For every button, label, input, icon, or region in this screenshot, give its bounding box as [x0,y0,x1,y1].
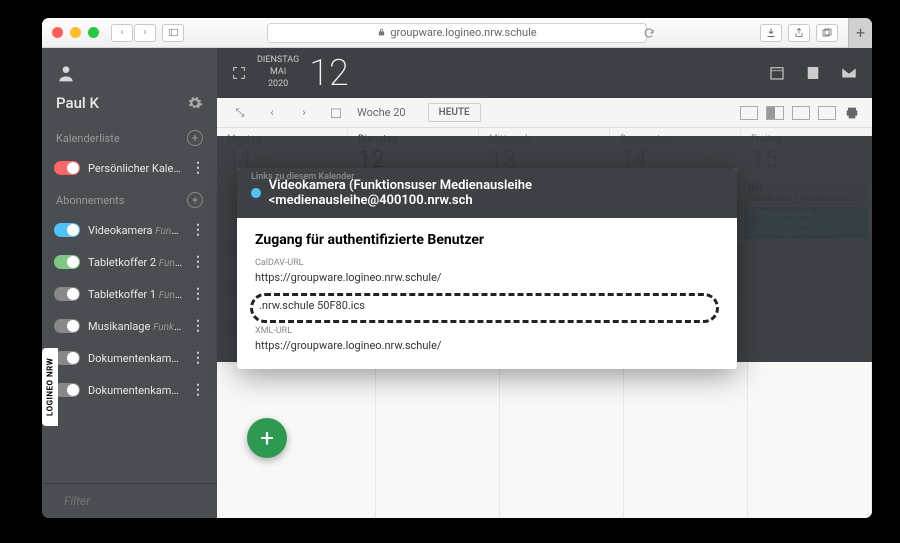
view-month-button[interactable] [818,106,836,120]
add-calendar-button[interactable]: + [187,130,203,146]
minimize-window-button[interactable] [70,27,81,38]
show-sidebar-button[interactable] [162,24,184,42]
filter-input[interactable] [64,494,220,508]
sidebar-filter[interactable] [42,483,217,518]
more-icon[interactable]: ⋮ [191,160,205,176]
today-button[interactable]: HEUTE [428,103,481,122]
url-bar[interactable]: groupware.logineo.nrw.schule [267,23,647,43]
share-button[interactable] [788,24,810,42]
add-event-fab[interactable]: + [247,418,287,458]
current-day-number: 12 [309,52,349,94]
print-icon[interactable] [844,105,860,121]
contacts-icon[interactable] [804,64,822,82]
browser-titlebar: ‹ › groupware.logineo.nrw.schule + [42,18,872,48]
add-subscription-button[interactable]: + [187,192,203,208]
calendar-color-dot [251,188,261,198]
lock-icon [377,28,386,37]
forward-button[interactable]: › [134,24,156,42]
url-text: groupware.logineo.nrw.schule [390,26,536,39]
sidebar-item-personal[interactable]: Persönlicher Kalender ⋮ [42,152,217,184]
sidebar-item-dokkamera1[interactable]: Dokumentenkamera 1 F…⋮ [42,374,217,406]
collapse-icon[interactable]: ⤡ [229,102,251,124]
pick-date-icon[interactable] [325,102,347,124]
close-window-button[interactable] [52,27,63,38]
view-day-button[interactable] [740,106,758,120]
logineo-tab[interactable]: LOGINEO NRW [42,348,58,426]
view-week-button[interactable] [792,106,810,120]
week-label: Woche 20 [357,106,406,119]
topbar: DIENSTAGMAI2020 12 [217,48,872,98]
nav-row: ⤡ ‹ › Woche 20 HEUTE [217,98,872,128]
new-tab-button[interactable]: + [848,18,872,48]
xml-label: XML-URL [255,326,719,336]
tabs-button[interactable] [816,24,838,42]
sidebar-item-musikanlage[interactable]: Musikanlage Funktions…⋮ [42,310,217,342]
prev-week-button[interactable]: ‹ [261,102,283,124]
sidebar-item-videokamera[interactable]: Videokamera Funktion…⋮ [42,214,217,246]
links-modal: Links zu diesem Kalender Videokamera (Fu… [237,168,737,369]
caldav-url[interactable]: https://groupware.logineo.nrw.schule/ [255,268,719,287]
view-ww-button[interactable] [766,106,784,120]
xml-url[interactable]: https://groupware.logineo.nrw.schule/ [255,336,719,355]
highlight-annotation [250,293,719,323]
reload-icon[interactable] [643,27,655,39]
sidebar: Paul K Kalenderliste+ Persönlicher Kalen… [42,48,217,518]
user-name: Paul K [56,94,99,112]
mail-icon[interactable] [840,64,858,82]
modal-heading: Zugang für authentifizierte Benutzer [255,232,719,248]
sidebar-item-tabletkoffer2[interactable]: Tabletkoffer 2 Funktion…⋮ [42,246,217,278]
avatar-icon [56,62,76,84]
sidebar-item-dokkamera2[interactable]: Dokumentenkamera 2 …⋮ [42,342,217,374]
download-button[interactable] [760,24,782,42]
back-button[interactable]: ‹ [111,24,133,42]
sidebar-section-kalenderliste: Kalenderliste+ [42,122,217,152]
calendar-icon[interactable] [768,64,786,82]
maximize-window-button[interactable] [88,27,99,38]
toggle[interactable] [54,161,80,175]
fullscreen-icon[interactable] [231,65,247,81]
sidebar-item-tabletkoffer1[interactable]: Tabletkoffer 1 Funktion…⋮ [42,278,217,310]
gear-icon[interactable] [187,95,203,111]
modal-title: Videokamera (Funktionsuser Medienausleih… [269,178,723,208]
next-week-button[interactable]: › [293,102,315,124]
sidebar-section-abonnements: Abonnements+ [42,184,217,214]
caldav-label: CalDAV-URL [255,258,719,268]
